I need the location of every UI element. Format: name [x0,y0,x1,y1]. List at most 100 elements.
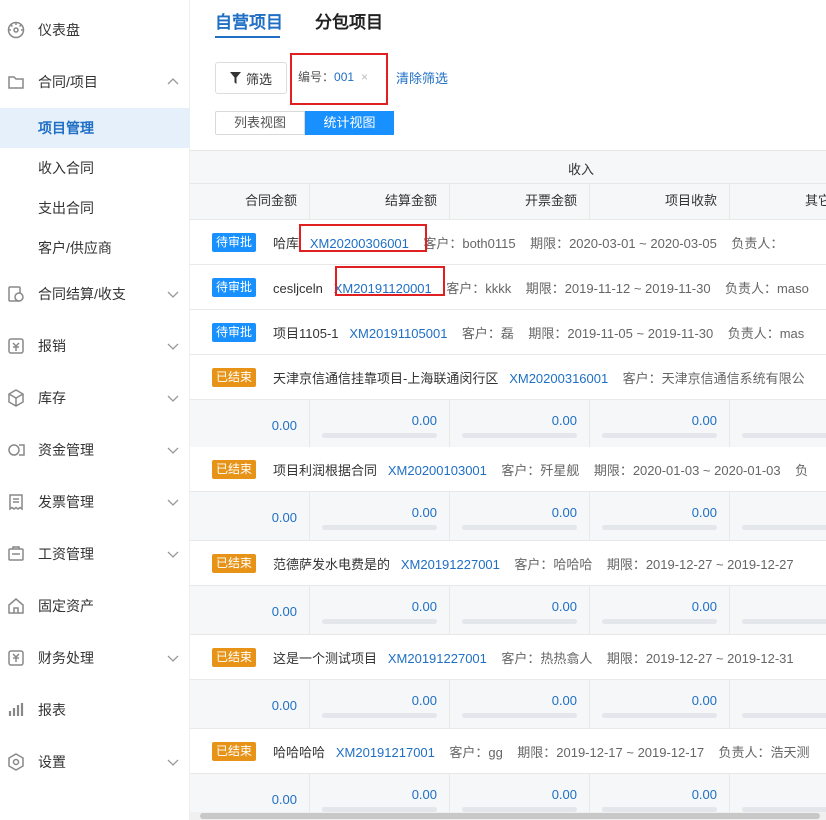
chevron-down-icon[interactable] [167,653,179,663]
amount-value: 0.00 [411,505,437,520]
project-name[interactable]: 哈哈哈哈 [273,745,325,760]
project-row[interactable]: 待审批 cesljceln XM20191120001 客户：kkkk 期限：20… [190,265,826,310]
amount-progress-bar [462,433,577,438]
chevron-down-icon[interactable] [167,289,179,299]
column-header: 开票金额 [450,184,590,220]
project-name[interactable]: 项目利润根据合同 [273,463,377,478]
box-icon [8,389,24,407]
amount-cell: 0.00 [450,680,590,729]
status-badge: 已结束 [212,742,257,761]
amount-progress-bar [742,619,826,624]
project-row[interactable]: 已结束 天津京信通信挂靠项目-上海联通闵行区 XM20200316001 客户：天… [190,355,826,400]
sidebar-item-10[interactable]: 发票管理 [0,482,190,522]
project-row[interactable]: 已结束 这是一个测试项目 XM20191227001 客户：热热翕人 期限：201… [190,635,826,680]
amount-value: 0.00 [551,787,577,802]
finance-icon [8,650,24,666]
amount-cell: 0.00 [310,680,450,729]
tab-self-operated[interactable]: 自营项目 [215,8,283,33]
project-code-link[interactable]: XM20191105001 [349,326,447,341]
status-badge: 已结束 [212,368,257,387]
sidebar-item-4[interactable]: 支出合同 [0,188,190,228]
chevron-down-icon[interactable] [167,341,179,351]
amount-cell: 0.00 [310,400,450,449]
project-row[interactable]: 已结束 项目利润根据合同 XM20200103001 客户：歼星舰 期限：2020… [190,447,826,492]
tab-subcontract[interactable]: 分包项目 [315,8,383,33]
filter-button[interactable]: 筛选 [215,62,287,94]
project-client: 客户：哈哈哈 [514,557,593,572]
invoice-icon [9,494,23,511]
settlement-icon [8,286,24,302]
sidebar-item-12[interactable]: 固定资产 [0,586,190,626]
sidebar-item-label: 固定资产 [38,598,94,614]
amount-row: 0.00 0.00 0.00 0.00 0.00 [190,400,826,449]
sidebar-item-8[interactable]: 库存 [0,378,190,418]
sidebar-item-1[interactable]: 合同/项目 [0,62,190,102]
scrollbar-thumb[interactable] [200,813,820,819]
project-name[interactable]: 这是一个测试项目 [273,651,377,666]
sidebar-icon-wrap [6,72,26,92]
amount-cell: 0.00 [590,680,730,729]
project-name[interactable]: cesljceln [273,281,323,296]
sidebar-item-2[interactable]: 项目管理 [0,108,190,148]
amount-value: 0.00 [411,787,437,802]
amount-value: 0.00 [271,418,297,433]
status-badge: 待审批 [212,323,257,342]
chevron-down-icon[interactable] [167,757,179,767]
sidebar-item-15[interactable]: 设置 [0,742,190,782]
income-group-label: 收入 [568,162,595,177]
amount-cell: 0.00 [730,586,826,635]
chevron-up-icon[interactable] [167,77,179,87]
chevron-down-icon[interactable] [167,497,179,507]
project-row[interactable]: 已结束 哈哈哈哈 XM20191217001 客户：gg 期限：2019-12-1… [190,729,826,774]
status-badge: 已结束 [212,554,257,573]
amount-cell: 0.00 [450,586,590,635]
sidebar-item-3[interactable]: 收入合同 [0,148,190,188]
amount-value: 0.00 [551,599,577,614]
project-period: 期限：2019-12-27 ~ 2019-12-27 [606,557,794,572]
sidebar-icon-wrap [6,648,26,668]
project-name[interactable]: 范德萨发水电费是的 [273,557,390,572]
clear-filter-link[interactable]: 清除筛选 [396,68,448,87]
chevron-down-icon[interactable] [167,549,179,559]
project-row[interactable]: 待审批 哈库 XM20200306001 客户：both0115 期限：2020-… [190,220,826,265]
project-name[interactable]: 哈库 [273,236,299,251]
project-name[interactable]: 项目1105-1 [273,326,339,341]
chevron-down-icon[interactable] [167,393,179,403]
project-code-link[interactable]: XM20200316001 [509,371,608,386]
list-view-button[interactable]: 列表视图 [215,111,305,135]
project-row[interactable]: 待审批 项目1105-1 XM20191105001 客户：磊 期限：2019-1… [190,310,826,355]
sidebar-item-0[interactable]: 仪表盘 [0,10,190,50]
settings-icon [8,753,24,771]
column-header: 项目收款 [590,184,730,220]
filter-icon [229,72,241,84]
chart-bars-icon [8,703,24,716]
project-code-link[interactable]: XM20191227001 [401,557,500,572]
amount-value: 0.00 [551,693,577,708]
sidebar-icon-wrap [6,336,26,356]
project-row[interactable]: 已结束 范德萨发水电费是的 XM20191227001 客户：哈哈哈 期限：201… [190,541,826,586]
project-code-link[interactable]: XM20200103001 [388,463,487,478]
amount-progress-bar [322,619,437,624]
sidebar-item-11[interactable]: 工资管理 [0,534,190,574]
app-window: 仪表盘合同/项目项目管理 收入合同 支出合同 客户/供应商 合同结算/收支 报销库存资金管… [0,0,826,820]
table-group-header: 收入 [190,150,826,184]
sidebar-icon-wrap [6,440,26,460]
project-code-link[interactable]: XM20191217001 [336,745,435,760]
amount-cell: 0.00 [190,492,310,541]
sidebar-item-6[interactable]: 合同结算/收支 [0,274,190,314]
stats-view-button[interactable]: 统计视图 [305,111,394,135]
amount-cell: 0.00 [190,586,310,635]
horizontal-scrollbar[interactable] [190,812,826,820]
sidebar-item-7[interactable]: 报销 [0,326,190,366]
sidebar-item-14[interactable]: 报表 [0,690,190,730]
project-name[interactable]: 天津京信通信挂靠项目-上海联通闵行区 [273,371,498,386]
project-period: 期限：2019-11-12 ~ 2019-11-30 [525,281,711,296]
amount-progress-bar [462,713,577,718]
sidebar-item-5[interactable]: 客户/供应商 [0,228,190,268]
project-code-link[interactable]: XM20191227001 [388,651,487,666]
sidebar-item-9[interactable]: 资金管理 [0,430,190,470]
chevron-down-icon[interactable] [167,445,179,455]
sidebar-item-label: 设置 [38,754,66,770]
sidebar-item-13[interactable]: 财务处理 [0,638,190,678]
amount-progress-bar [462,619,577,624]
